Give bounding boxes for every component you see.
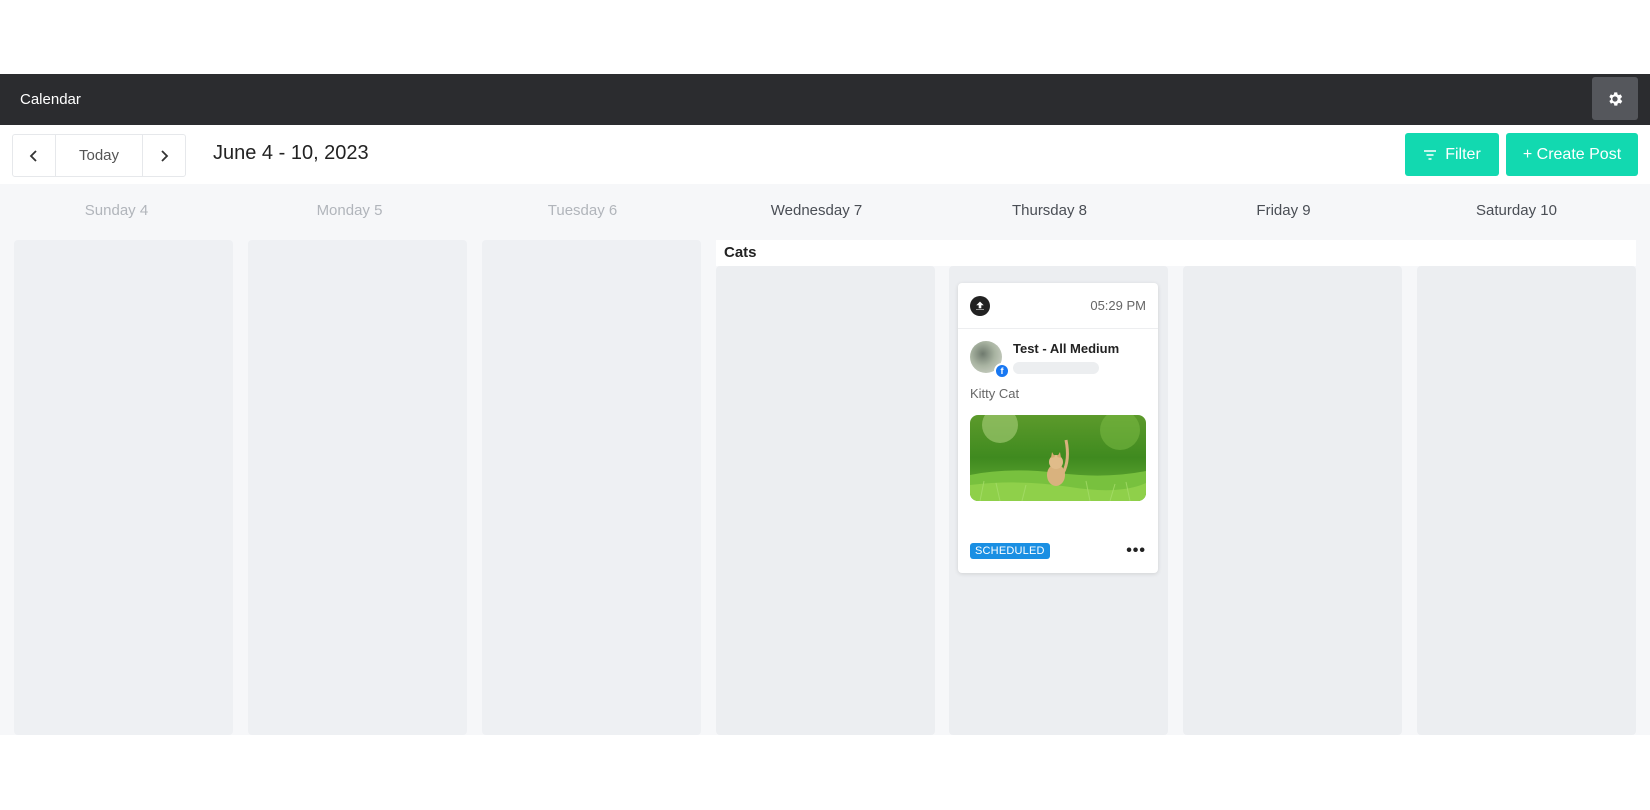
calendar-toolbar: Today June 4 - 10, 2023 Filter + Create … xyxy=(0,125,1650,183)
blurred-handle xyxy=(1013,362,1099,374)
post-card-footer: SCHEDULED ••• xyxy=(970,543,1146,559)
day-header-wednesday: Wednesday 7 xyxy=(770,202,863,219)
next-week-button[interactable] xyxy=(143,135,185,176)
day-header-saturday: Saturday 10 xyxy=(1476,202,1557,219)
day-header-friday: Friday 9 xyxy=(1256,202,1311,219)
post-text: Kitty Cat xyxy=(970,386,1020,401)
chevron-left-icon xyxy=(29,149,37,162)
avatar: f xyxy=(970,341,1010,379)
gear-icon xyxy=(1609,91,1623,106)
more-options-button[interactable]: ••• xyxy=(1126,543,1146,559)
date-range-title: June 4 - 10, 2023 xyxy=(213,142,369,164)
facebook-icon: f xyxy=(994,363,1010,379)
group-label: Cats xyxy=(716,240,1636,266)
post-author: f Test - All Medium xyxy=(958,329,1158,379)
post-time: 05:29 PM xyxy=(1090,298,1146,313)
status-badge: SCHEDULED xyxy=(970,543,1050,559)
top-bar: Calendar xyxy=(0,74,1650,125)
author-name: Test - All Medium xyxy=(1013,341,1120,356)
day-column-monday[interactable] xyxy=(248,240,467,735)
filter-icon xyxy=(1424,149,1437,160)
upload-icon xyxy=(970,295,990,316)
post-card-header: 05:29 PM xyxy=(958,283,1158,329)
day-header-sunday: Sunday 4 xyxy=(84,202,149,219)
create-post-button[interactable]: + Create Post xyxy=(1506,133,1638,176)
filter-button[interactable]: Filter xyxy=(1405,133,1499,176)
settings-button[interactable] xyxy=(1592,77,1638,120)
day-column-wednesday[interactable] xyxy=(716,266,935,735)
day-column-friday[interactable] xyxy=(1183,266,1402,735)
day-header-tuesday: Tuesday 6 xyxy=(547,202,618,219)
post-image[interactable] xyxy=(970,415,1146,501)
post-card[interactable]: 05:29 PM f Test - All Medium Kitty Cat S… xyxy=(958,283,1158,573)
week-board: Sunday 4 Monday 5 Tuesday 6 Wednesday 7 … xyxy=(0,184,1650,735)
chevron-right-icon xyxy=(161,149,169,162)
previous-week-button[interactable] xyxy=(13,135,55,176)
today-button[interactable]: Today xyxy=(55,135,143,176)
app-title: Calendar xyxy=(20,91,81,108)
day-column-sunday[interactable] xyxy=(14,240,233,735)
day-header-monday: Monday 5 xyxy=(316,202,383,219)
filter-label: Filter xyxy=(1445,145,1481,163)
calendar-app: Calendar Today June 4 - 10, 2023 Filter … xyxy=(0,74,1650,810)
date-navigation: Today xyxy=(12,134,186,177)
day-header-thursday: Thursday 8 xyxy=(1011,202,1088,219)
day-column-tuesday[interactable] xyxy=(482,240,701,735)
cat-in-grass-image xyxy=(970,415,1146,501)
day-column-saturday[interactable] xyxy=(1417,266,1636,735)
